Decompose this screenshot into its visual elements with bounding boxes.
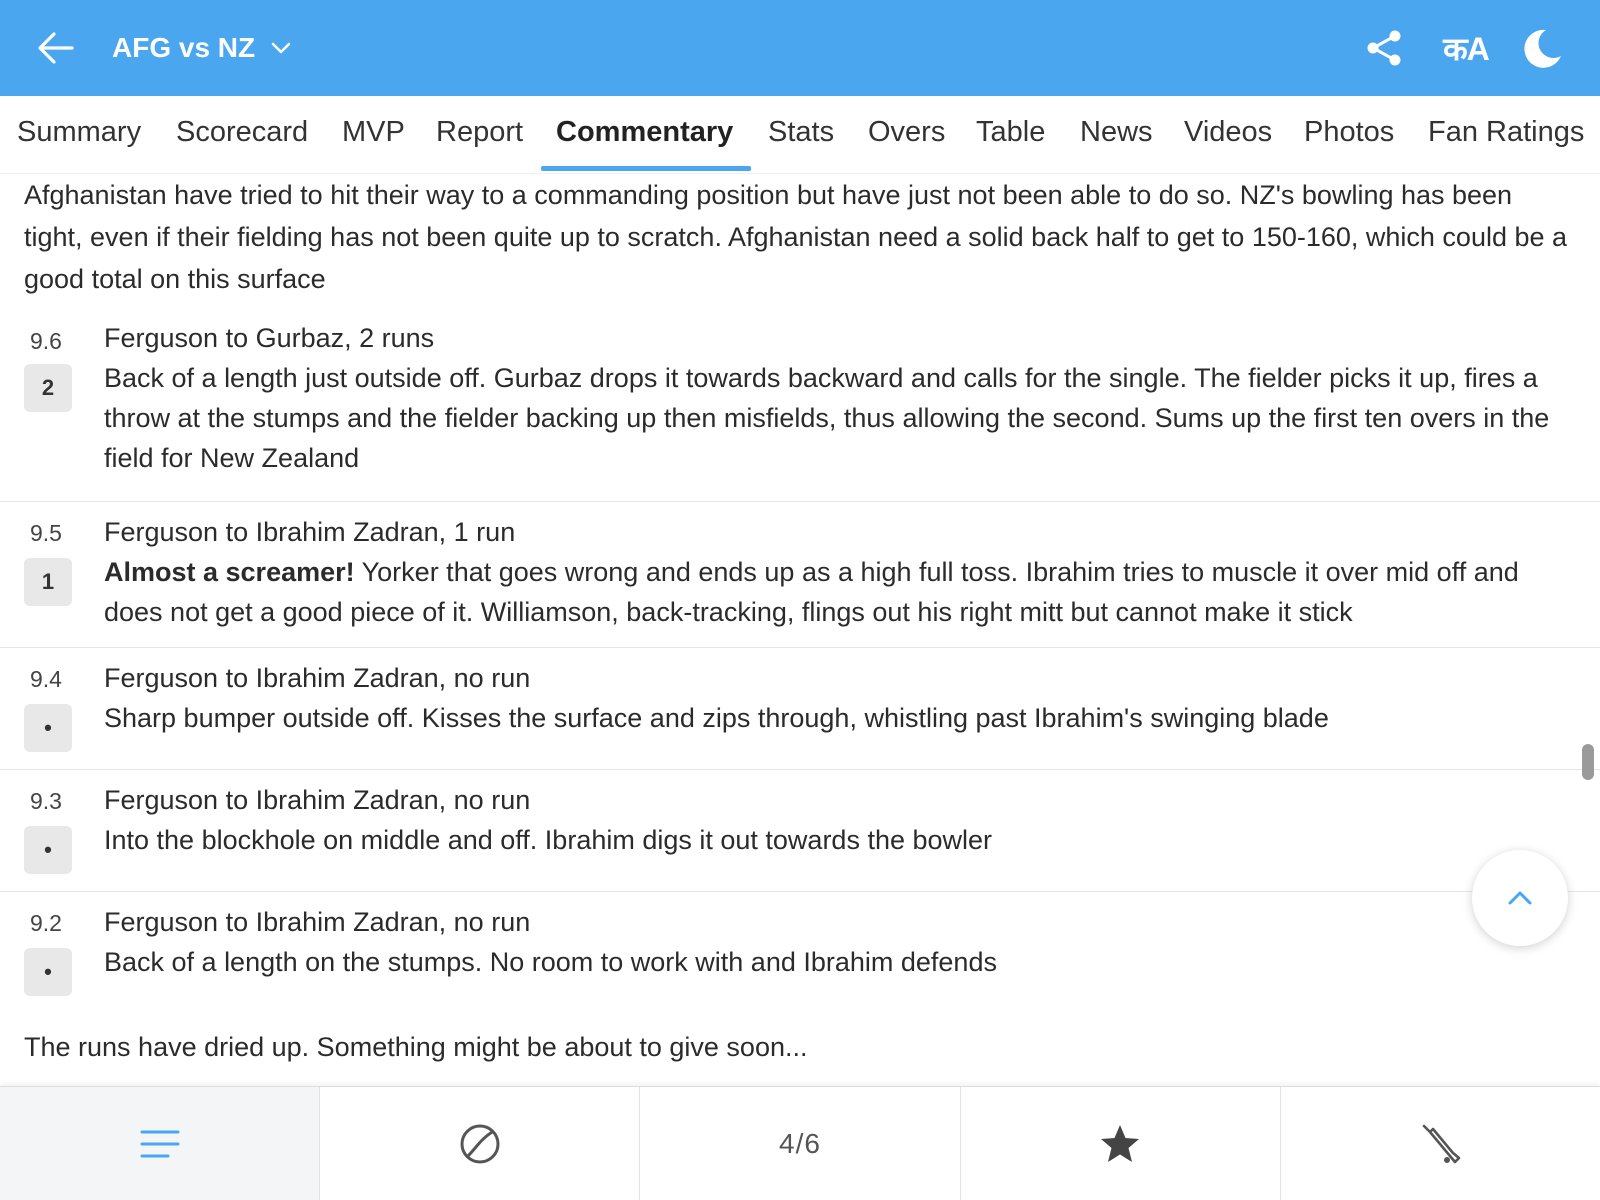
ball-description: Almost a screamer! Yorker that goes wron…	[104, 552, 1574, 632]
runs-badge: 2	[24, 364, 72, 412]
runs-badge-dot: •	[24, 948, 72, 996]
scroll-to-top-button[interactable]	[1472, 850, 1568, 946]
over-number: 9.5	[30, 520, 62, 546]
chevron-down-icon	[271, 42, 291, 54]
tab-news[interactable]: News	[1080, 114, 1153, 150]
tab-overs[interactable]: Overs	[868, 114, 945, 150]
back-arrow-icon[interactable]	[34, 26, 78, 70]
language-label: कA	[1443, 30, 1490, 67]
share-icon[interactable]	[1360, 24, 1408, 72]
ball-row: 9.3 • Ferguson to Ibrahim Zadran, no run…	[0, 770, 1600, 892]
ball-description: Into the blockhole on middle and off. Ib…	[104, 825, 993, 855]
ball-description: Back of a length on the stumps. No room …	[104, 947, 997, 977]
commentary-feed[interactable]: Afghanistan have tried to hit their way …	[0, 174, 1600, 1086]
ball-row: 9.6 2 Ferguson to Gurbaz, 2 runs Back of…	[0, 316, 1600, 502]
commentary-menu-button[interactable]	[0, 1087, 321, 1200]
over-number: 9.3	[30, 788, 62, 814]
match-title: AFG vs NZ	[112, 32, 256, 63]
ball-row: 9.4 • Ferguson to Ibrahim Zadran, no run…	[0, 648, 1600, 770]
tab-stats[interactable]: Stats	[768, 114, 834, 150]
ball-icon	[460, 1124, 500, 1163]
tab-scorecard[interactable]: Scorecard	[176, 114, 308, 150]
favourite-button[interactable]	[961, 1087, 1281, 1200]
tab-videos[interactable]: Videos	[1184, 114, 1272, 150]
chevron-up-icon	[1508, 891, 1532, 905]
ball-headline: Ferguson to Gurbaz, 2 runs	[104, 323, 435, 353]
overs-count-button[interactable]: 4/6	[640, 1087, 961, 1200]
moon-icon[interactable]	[1518, 24, 1566, 72]
tab-report[interactable]: Report	[436, 114, 523, 150]
match-title-dropdown[interactable]: AFG vs NZ	[112, 28, 293, 68]
active-tab-indicator	[541, 166, 751, 171]
tab-photos[interactable]: Photos	[1304, 114, 1394, 150]
menu-lines-icon	[140, 1130, 180, 1157]
tab-bar: Summary Scorecard MVP Report Commentary …	[0, 96, 1600, 174]
runs-badge-dot: •	[24, 704, 72, 752]
ball-button[interactable]	[320, 1087, 641, 1200]
over-number: 9.6	[30, 328, 62, 354]
runs-badge: 1	[24, 558, 72, 606]
ball-headline: Ferguson to Ibrahim Zadran, 1 run	[104, 517, 516, 547]
bottom-nav: 4/6	[0, 1086, 1600, 1200]
scrollbar-thumb[interactable]	[1582, 744, 1594, 780]
ball-description: Back of a length just outside off. Gurba…	[104, 363, 1550, 473]
tab-fan-ratings[interactable]: Fan Ratings	[1428, 114, 1584, 150]
over-number: 9.4	[30, 666, 62, 692]
ball-headline: Ferguson to Ibrahim Zadran, no run	[104, 785, 531, 815]
ball-count-label: 4/6	[779, 1127, 821, 1159]
star-icon	[1101, 1124, 1140, 1162]
tab-summary[interactable]: Summary	[17, 114, 141, 150]
tab-mvp[interactable]: MVP	[342, 114, 405, 150]
ball-row: 9.2 • Ferguson to Ibrahim Zadran, no run…	[0, 892, 1600, 1018]
commentary-note: Afghanistan have tried to hit their way …	[24, 180, 1568, 294]
ball-description: Sharp bumper outside off. Kisses the sur…	[104, 703, 1329, 733]
batting-button[interactable]	[1281, 1087, 1600, 1200]
commentary-note: The runs have dried up. Something might …	[24, 1032, 808, 1062]
ball-highlight: Almost a screamer!	[104, 557, 355, 587]
bat-icon	[1423, 1124, 1461, 1163]
app-header: AFG vs NZ कA	[0, 0, 1600, 96]
tab-table[interactable]: Table	[976, 114, 1045, 150]
ball-row: 9.5 1 Ferguson to Ibrahim Zadran, 1 run …	[0, 502, 1600, 648]
tab-commentary[interactable]: Commentary	[556, 114, 733, 150]
over-number: 9.2	[30, 910, 62, 936]
language-icon[interactable]: कA	[1436, 24, 1496, 72]
runs-badge-dot: •	[24, 826, 72, 874]
ball-headline: Ferguson to Ibrahim Zadran, no run	[104, 907, 531, 937]
ball-headline: Ferguson to Ibrahim Zadran, no run	[104, 663, 531, 693]
